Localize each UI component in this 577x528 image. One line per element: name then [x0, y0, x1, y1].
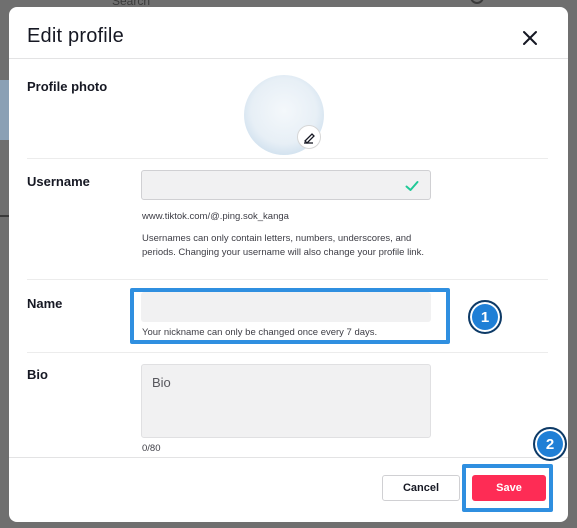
close-icon[interactable]: [519, 27, 541, 49]
name-help-text: Your nickname can only be changed once e…: [142, 327, 378, 338]
modal-title: Edit profile: [27, 25, 124, 47]
divider: [27, 158, 548, 159]
divider: [27, 352, 548, 353]
bio-character-count: 0/80: [142, 443, 161, 454]
background-search-icon: [470, 0, 484, 4]
username-label: Username: [27, 174, 90, 189]
step-2-badge: 2: [533, 427, 567, 461]
divider: [27, 279, 548, 280]
profile-url: www.tiktok.com/@.ping.sok_kanga: [142, 211, 289, 222]
checkmark-icon: [404, 178, 420, 194]
username-field: [141, 170, 431, 200]
edit-profile-modal: Edit profile Profile photo Username www.…: [9, 7, 568, 522]
bio-label: Bio: [27, 367, 48, 382]
bio-input[interactable]: [141, 364, 431, 438]
username-help-text: Usernames can only contain letters, numb…: [142, 233, 424, 258]
username-input[interactable]: [142, 171, 392, 199]
save-button[interactable]: Save: [472, 475, 546, 501]
modal-header: Edit profile: [9, 7, 568, 59]
pencil-icon[interactable]: [297, 125, 321, 149]
step-1-badge: 1: [468, 300, 502, 334]
footer-divider: [9, 457, 568, 458]
name-input[interactable]: [141, 292, 431, 322]
cancel-button[interactable]: Cancel: [382, 475, 460, 501]
name-label: Name: [27, 296, 63, 311]
profile-photo-label: Profile photo: [27, 79, 108, 94]
